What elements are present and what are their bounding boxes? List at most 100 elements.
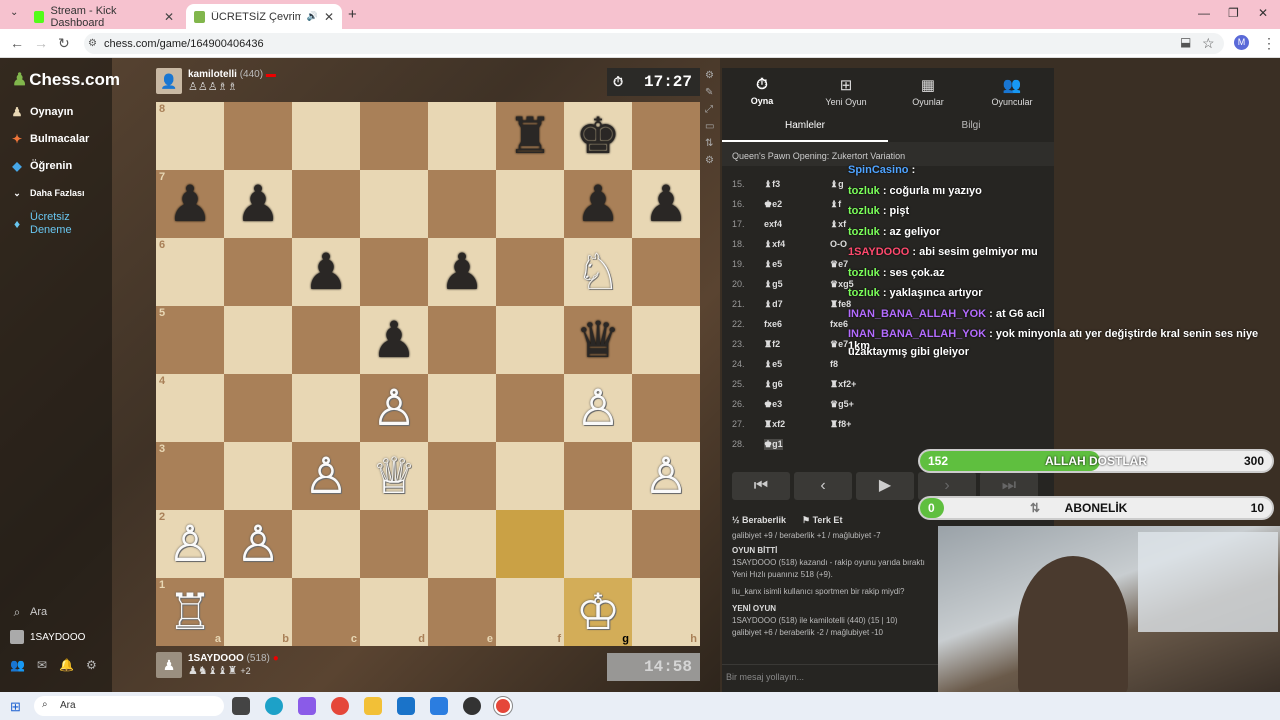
notifications-icon[interactable]: 🔔	[59, 658, 74, 672]
white-move[interactable]: ♝g6	[764, 379, 783, 390]
square-h2[interactable]	[632, 510, 700, 578]
minimize-icon[interactable]: —	[1198, 6, 1210, 20]
square-g2[interactable]	[564, 510, 632, 578]
previous-move-button[interactable]: ‹	[794, 472, 852, 500]
windows-start-icon[interactable]: ⊞	[10, 699, 21, 715]
black-move[interactable]: O-O	[830, 239, 847, 249]
sidebar-item-learn[interactable]: ◆ Öğrenin	[10, 159, 72, 173]
tab-games[interactable]: ▦ Oyunlar	[888, 76, 968, 107]
square-b7[interactable]: ♟	[224, 170, 292, 238]
square-b6[interactable]	[224, 238, 292, 306]
black-move[interactable]: ♝g	[830, 179, 844, 190]
square-d2[interactable]	[360, 510, 428, 578]
square-g1[interactable]: g ♔	[564, 578, 632, 646]
resign-button[interactable]: ⚑ Terk Et	[802, 515, 842, 526]
square-c8[interactable]	[292, 102, 360, 170]
black-piece[interactable]: ♟	[644, 179, 689, 229]
square-a6[interactable]: 6	[156, 238, 224, 306]
chat-username[interactable]: INAN_BANA_ALLAH_YOK	[848, 328, 986, 340]
black-piece[interactable]: ♟	[372, 315, 417, 365]
expand-icon[interactable]: ⤢	[705, 104, 714, 115]
sidebar-item-play[interactable]: ♟ Oynayın	[10, 105, 74, 119]
top-player-avatar[interactable]: 👤	[156, 68, 182, 94]
chat-username[interactable]: INAN_BANA_ALLAH_YOK	[848, 308, 986, 320]
edge-icon[interactable]	[265, 697, 283, 715]
square-b5[interactable]	[224, 306, 292, 374]
first-move-button[interactable]: ⏮	[732, 472, 790, 500]
play-button[interactable]: ▶	[856, 472, 914, 500]
settings-gear-icon[interactable]: ⚙	[86, 658, 97, 672]
square-g6[interactable]: ♘	[564, 238, 632, 306]
tab-chess[interactable]: ÜCRETSİZ Çevrimiçi Satranç 🔊 ✕	[186, 4, 342, 29]
white-move[interactable]: ♝e5	[764, 359, 782, 370]
white-move[interactable]: ♚g1	[764, 439, 783, 450]
black-move[interactable]: ♛g5+	[830, 399, 854, 410]
square-d3[interactable]: ♕	[360, 442, 428, 510]
tab-players[interactable]: 👥 Oyuncular	[972, 76, 1052, 107]
white-piece[interactable]: ♙	[236, 519, 281, 569]
subtab-info[interactable]: Bilgi	[888, 116, 1054, 142]
white-piece[interactable]: ♙	[644, 451, 689, 501]
white-move[interactable]: ♝e5	[764, 259, 782, 270]
white-piece[interactable]: ♔	[576, 587, 621, 637]
square-h4[interactable]	[632, 374, 700, 442]
restore-icon[interactable]: ❐	[1228, 6, 1239, 20]
square-c4[interactable]	[292, 374, 360, 442]
square-c6[interactable]: ♟	[292, 238, 360, 306]
square-c5[interactable]	[292, 306, 360, 374]
black-piece[interactable]: ♟	[576, 179, 621, 229]
square-d5[interactable]: ♟	[360, 306, 428, 374]
square-a8[interactable]: 8	[156, 102, 224, 170]
black-move[interactable]: ♜f8+	[830, 419, 851, 430]
black-piece[interactable]: ♜	[508, 111, 553, 161]
white-piece[interactable]: ♕	[372, 451, 417, 501]
square-h5[interactable]	[632, 306, 700, 374]
chat-username[interactable]: tozluk	[848, 267, 880, 279]
square-e2[interactable]	[428, 510, 496, 578]
bottom-player-name[interactable]: 1SAYDOOO	[188, 653, 244, 664]
site-info-icon[interactable]: ⚙	[88, 38, 97, 49]
reload-icon[interactable]: ↻	[58, 35, 70, 52]
chess-logo[interactable]: ♟ Chess.com	[12, 70, 120, 90]
close-tab-icon[interactable]: ✕	[324, 10, 334, 24]
square-e1[interactable]: e	[428, 578, 496, 646]
black-piece[interactable]: ♛	[576, 315, 621, 365]
black-move[interactable]: ♝xf	[830, 219, 846, 230]
square-a4[interactable]: 4	[156, 374, 224, 442]
square-b4[interactable]	[224, 374, 292, 442]
square-f8[interactable]: ♜	[496, 102, 564, 170]
browser-menu-icon[interactable]: ⋮	[1262, 35, 1276, 52]
chess-board[interactable]: 8 ♜ ♚ 7 ♟ ♟ ♟ ♟ 6 ♟ ♟ ♘ 5 ♟ ♛ 4 ♙ ♙ 3 ♙ ♕ ♙ 2 ♙ ♙ 1 a ♖ b c d e f g ♔ h	[156, 102, 700, 646]
profile-avatar[interactable]: M	[1234, 35, 1249, 50]
square-d6[interactable]	[360, 238, 428, 306]
white-piece[interactable]: ♘	[576, 247, 621, 297]
square-b2[interactable]: ♙	[224, 510, 292, 578]
speaker-icon[interactable]: 🔊	[307, 11, 318, 22]
square-b1[interactable]: b	[224, 578, 292, 646]
copilot-icon[interactable]	[298, 697, 316, 715]
bookmark-star-icon[interactable]: ☆	[1202, 35, 1215, 52]
square-c7[interactable]	[292, 170, 360, 238]
square-f5[interactable]	[496, 306, 564, 374]
square-h8[interactable]	[632, 102, 700, 170]
square-a5[interactable]: 5	[156, 306, 224, 374]
chrome-active-icon[interactable]	[493, 696, 513, 716]
close-window-icon[interactable]: ✕	[1258, 6, 1268, 20]
sidebar-user[interactable]: 1SAYDOOO	[10, 630, 85, 644]
square-d4[interactable]: ♙	[360, 374, 428, 442]
chat-username[interactable]: SpinCasino	[848, 164, 909, 176]
friends-icon[interactable]: 👥	[10, 658, 25, 672]
white-move[interactable]: ♝d7	[764, 299, 783, 310]
square-h1[interactable]: h	[632, 578, 700, 646]
square-g7[interactable]: ♟	[564, 170, 632, 238]
chat-username[interactable]: tozluk	[848, 226, 880, 238]
square-a3[interactable]: 3	[156, 442, 224, 510]
square-f4[interactable]	[496, 374, 564, 442]
black-move[interactable]: fxe6	[830, 319, 848, 329]
white-piece[interactable]: ♙	[372, 383, 417, 433]
white-move[interactable]: ♝f3	[764, 179, 780, 190]
white-move[interactable]: ♚e2	[764, 199, 782, 210]
store-icon[interactable]	[430, 697, 448, 715]
url-field[interactable]: ⚙ chess.com/game/164900406436	[84, 33, 1224, 54]
white-move[interactable]: fxe6	[764, 319, 782, 329]
